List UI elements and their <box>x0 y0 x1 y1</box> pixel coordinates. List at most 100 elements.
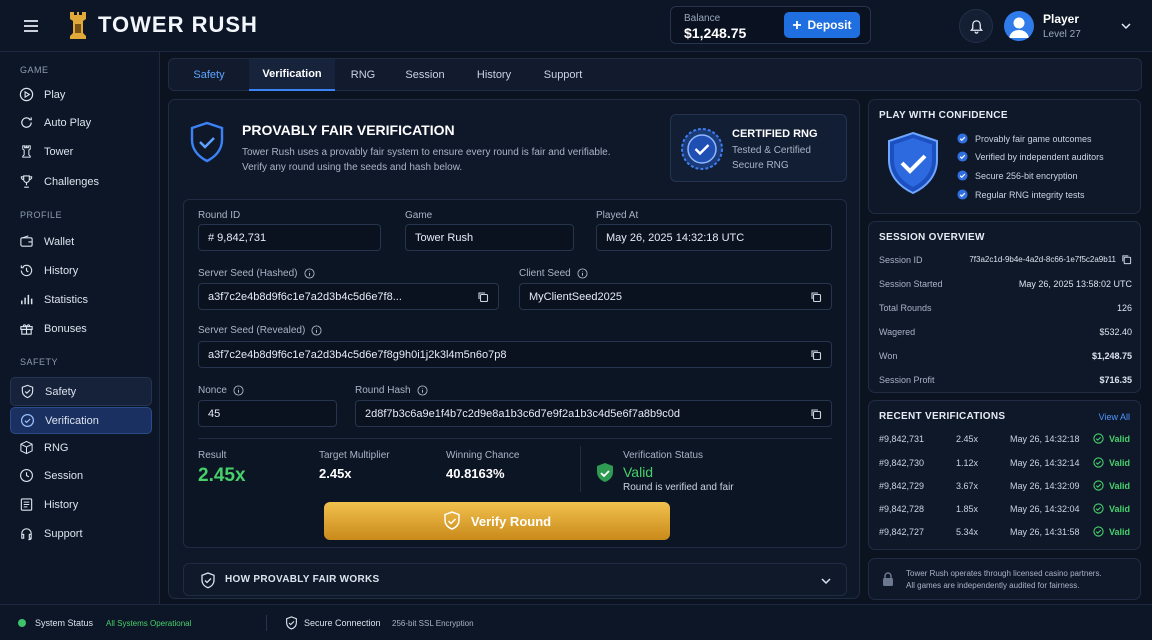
round-hash-value: 2d8f7b3c6a9e1f4b7c2d9e8a1b3c6d7e9f2a1b3c… <box>365 407 681 420</box>
avatar[interactable] <box>1004 11 1034 41</box>
trophy-icon <box>20 175 33 188</box>
sidebar-item-label: Support <box>44 527 83 540</box>
result-label: Result <box>198 450 227 461</box>
shield-check-icon <box>883 130 943 196</box>
copy-icon[interactable] <box>810 291 822 303</box>
info-icon[interactable] <box>233 385 244 396</box>
session-overview-title: SESSION OVERVIEW <box>879 232 985 243</box>
lock-icon <box>881 571 895 587</box>
deposit-button[interactable]: Deposit <box>784 12 860 38</box>
notifications-button[interactable] <box>959 9 993 43</box>
notice-line: Tower Rush operates through licensed cas… <box>906 569 1102 578</box>
status-badge: Valid <box>1109 434 1131 444</box>
check-circle-icon <box>1093 526 1104 537</box>
tab-session[interactable]: Session <box>391 59 459 91</box>
sidebar-item-history[interactable]: History <box>10 257 152 284</box>
round-id: #9,842,729 <box>879 481 925 491</box>
deposit-label: Deposit <box>807 18 852 32</box>
round-hash-field[interactable]: 2d8f7b3c6a9e1f4b7c2d9e8a1b3c6d7e9f2a1b3c… <box>355 400 832 427</box>
sidebar-item-support[interactable]: Support <box>10 520 152 547</box>
server-seed-revealed-field[interactable]: a3f7c2e4b8d9f6c1e7a2d3b4c5d6e7f8g9h0i1j2… <box>198 341 832 368</box>
status-badge: Valid <box>1109 527 1131 537</box>
sidebar-item-session[interactable]: Session <box>10 462 152 489</box>
sidebar-item-wallet[interactable]: Wallet <box>10 228 152 255</box>
server-seed-hashed-field[interactable]: a3f7c2e4b8d9f6c1e7a2d3b4c5d6e7f8... <box>198 283 499 310</box>
copy-icon[interactable] <box>1121 254 1132 265</box>
sidebar-item-bonuses[interactable]: Bonuses <box>10 315 152 342</box>
sidebar-item-auto-play[interactable]: Auto Play <box>10 109 152 136</box>
chevron-down-icon[interactable] <box>820 575 832 587</box>
sidebar-item-safety-history[interactable]: History <box>10 491 152 518</box>
verification-status-label: Verification Status <box>623 450 704 461</box>
menu-icon[interactable] <box>22 17 40 35</box>
info-icon[interactable] <box>311 325 322 336</box>
sidebar-item-play[interactable]: Play <box>10 81 152 108</box>
play-circle-icon <box>19 87 34 102</box>
sidebar-item-label: Session <box>44 469 84 482</box>
server-seed-revealed-value: a3f7c2e4b8d9f6c1e7a2d3b4c5d6e7f8g9h0i1j2… <box>208 348 507 361</box>
sidebar-item-challenges[interactable]: Challenges <box>10 168 152 195</box>
sidebar-item-label: History <box>44 498 79 511</box>
how-provably-fair-works[interactable]: HOW PROVABLY FAIR WORKS <box>183 563 847 596</box>
recent-verifications-card: RECENT VERIFICATIONS View All #9,842,731… <box>868 400 1141 550</box>
balance-label: Balance <box>684 13 721 24</box>
system-status-label: System Status <box>35 618 94 628</box>
tab-support[interactable]: Support <box>529 59 597 91</box>
top-bar: TOWER RUSH Balance $1,248.75 Deposit Pla… <box>0 0 1152 52</box>
history-icon <box>20 264 33 277</box>
sidebar-item-statistics[interactable]: Statistics <box>10 286 152 313</box>
divider <box>266 615 267 631</box>
list-icon <box>20 498 33 511</box>
sidebar-item-tower[interactable]: Tower <box>10 138 152 165</box>
session-row-value: May 26, 2025 13:58:02 UTC <box>1018 279 1132 289</box>
session-row-label: Wagered <box>879 327 916 337</box>
client-seed-field[interactable]: MyClientSeed2025 <box>519 283 832 310</box>
info-icon[interactable] <box>303 268 315 279</box>
round-details: Round ID # 9,842,731 Game Tower Rush Pla… <box>183 199 847 548</box>
cube-icon <box>20 440 33 455</box>
multiplier: 5.34x <box>956 527 979 537</box>
played-at-value: May 26, 2025 14:32:18 UTC <box>606 231 745 244</box>
confidence-item: Provably fair game outcomes <box>957 133 1092 144</box>
target-multiplier-value: 2.45x <box>319 466 352 481</box>
info-icon[interactable] <box>417 385 428 396</box>
session-row-value: $716.35 <box>1099 375 1132 385</box>
copy-icon[interactable] <box>810 349 822 361</box>
confidence-item-label: Secure 256-bit encryption <box>975 170 1078 181</box>
copy-icon[interactable] <box>810 408 822 420</box>
tab-rng[interactable]: RNG <box>335 59 391 91</box>
verify-round-button[interactable]: Verify Round <box>324 502 670 540</box>
game-field[interactable]: Tower Rush <box>405 224 574 251</box>
view-all-link[interactable]: View All <box>1099 412 1130 422</box>
nonce-field[interactable]: 45 <box>198 400 337 427</box>
check-circle-icon <box>1093 480 1104 491</box>
tab-safety[interactable]: Safety <box>169 59 249 91</box>
sidebar-item-label: History <box>44 264 79 277</box>
chevron-down-icon[interactable] <box>1120 20 1132 32</box>
app-logo[interactable]: TOWER RUSH <box>66 10 258 40</box>
info-icon[interactable] <box>577 268 588 279</box>
sidebar-item-rng[interactable]: RNG <box>10 434 152 461</box>
how-provably-fair-label: HOW PROVABLY FAIR WORKS <box>225 574 380 585</box>
sidebar-item-label: Challenges <box>44 175 100 188</box>
session-row: Wagered $532.40 <box>879 327 1132 337</box>
session-row: Session Profit $716.35 <box>879 375 1132 385</box>
tab-bar: Safety Verification RNG Session History … <box>168 58 1142 91</box>
round-id-field[interactable]: # 9,842,731 <box>198 224 381 251</box>
sidebar-item-verification[interactable]: Verification <box>10 407 152 434</box>
tab-history[interactable]: History <box>459 59 529 91</box>
shield-check-icon <box>595 462 615 484</box>
tab-verification[interactable]: Verification <box>249 59 335 91</box>
copy-icon[interactable] <box>477 291 489 303</box>
verify-round-label: Verify Round <box>470 513 552 529</box>
check-circle-icon <box>1093 503 1104 514</box>
description-line: Verify any round using the seeds and has… <box>242 162 463 173</box>
played-at-label: Played At <box>596 210 639 221</box>
user-name[interactable]: Player <box>1043 12 1079 26</box>
multiplier: 2.45x <box>956 434 979 444</box>
sidebar-item-safety[interactable]: Safety <box>10 377 152 406</box>
shield-check-icon <box>200 572 216 589</box>
status-dot <box>18 619 26 627</box>
confidence-item-label: Provably fair game outcomes <box>975 133 1092 144</box>
played-at-field[interactable]: May 26, 2025 14:32:18 UTC <box>596 224 832 251</box>
